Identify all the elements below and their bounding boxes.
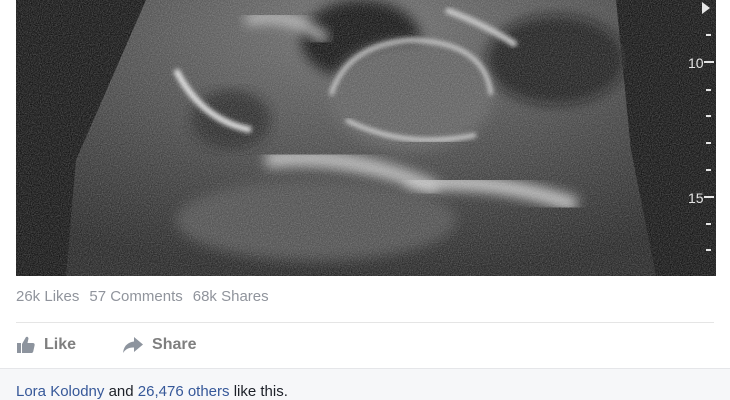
- likes-and-text: and: [104, 383, 138, 400]
- post-stats: 26k Likes 57 Comments 68k Shares: [16, 288, 269, 308]
- likes-summary: Lora Kolodny and 26,476 others like this…: [16, 383, 288, 400]
- others-likes-link[interactable]: 26,476 others: [138, 383, 230, 400]
- ultrasound-scan: 10 15: [16, 0, 716, 276]
- stats-divider: [16, 322, 714, 323]
- share-button-label: Share: [152, 336, 197, 353]
- shares-count-link[interactable]: 68k Shares: [193, 288, 269, 308]
- ultrasound-image[interactable]: 10 15: [16, 0, 716, 276]
- likes-count-link[interactable]: 26k Likes: [16, 288, 79, 308]
- comments-count-link[interactable]: 57 Comments: [89, 288, 182, 308]
- like-button[interactable]: Like: [16, 336, 76, 354]
- depth-label-10: 10: [688, 55, 704, 71]
- like-button-label: Like: [44, 336, 77, 353]
- thumbs-up-icon: [16, 336, 36, 354]
- facebook-post: 10 15 26k Likes 57 Comments 68k Shares L…: [0, 0, 730, 400]
- depth-label-15: 15: [688, 190, 704, 206]
- likes-summary-bar: Lora Kolodny and 26,476 others like this…: [0, 368, 730, 400]
- post-actions: Like Share: [16, 332, 196, 358]
- likes-tail-text: like this.: [229, 383, 288, 400]
- share-arrow-icon: [122, 336, 144, 354]
- liker-name-link[interactable]: Lora Kolodny: [16, 383, 104, 400]
- share-button[interactable]: Share: [122, 336, 196, 354]
